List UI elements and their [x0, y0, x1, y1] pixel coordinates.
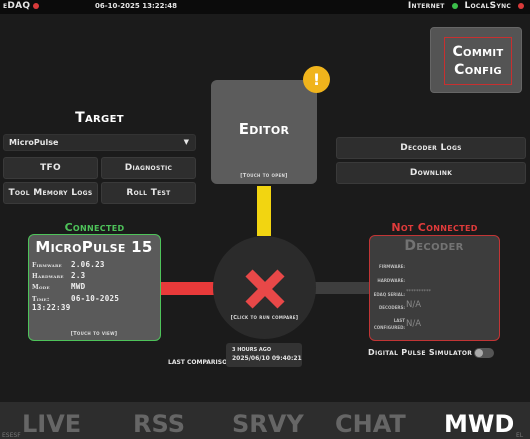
last-comparison-timestamp: 2025/06/10 09:40:21	[232, 355, 302, 362]
decoder-hardware-label: HARDWARE:	[377, 278, 405, 283]
warning-icon[interactable]: !	[303, 66, 330, 93]
micropulse-status: Connected	[64, 221, 125, 234]
decoder-firmware-label: FIRMWARE:	[378, 264, 405, 269]
commit-config-button[interactable]: Commit Config	[444, 37, 512, 85]
decoder-name: Decoder	[404, 238, 464, 254]
digital-pulse-simulator-label: Digital Pulse Simulator	[368, 348, 473, 357]
decoder-serial-value: **********	[406, 289, 431, 295]
decoder-decoders-label: DECODERS:	[378, 305, 405, 310]
editor-button[interactable]: Editor [Touch to open]	[211, 80, 317, 184]
time-key: Time:	[32, 296, 50, 303]
decoder-connector	[314, 282, 372, 294]
bottom-nav: LIVE RSS SRVY CHAT MWD	[0, 402, 530, 439]
mode-value: MWD	[71, 282, 86, 291]
target-title: Target	[75, 110, 124, 126]
editor-title: Editor	[238, 120, 290, 138]
tool-memory-logs-button[interactable]: Tool Memory Logs	[3, 182, 98, 204]
compare-fail-icon	[245, 269, 285, 309]
mode-key: Mode	[32, 284, 50, 291]
target-select[interactable]: MicroPulse ▼	[3, 134, 196, 151]
tfo-button[interactable]: TFO	[3, 157, 98, 179]
commit-config-panel: Commit Config	[430, 27, 522, 93]
localsync-status-dot	[518, 2, 524, 9]
micropulse-hint: [Touch to view]	[70, 331, 118, 337]
tab-srvy[interactable]: SRVY	[232, 410, 304, 438]
commit-label: Commit	[452, 44, 504, 60]
tab-chat[interactable]: CHAT	[335, 410, 406, 438]
decoder-last-label: LAST	[393, 318, 405, 323]
internet-status-dot	[451, 2, 458, 9]
hardware-row: Hardware 2.3	[32, 271, 157, 280]
config-label: Config	[454, 62, 502, 78]
micropulse-card[interactable]: MicroPulse 15 Firmware 2.06.23 Hardware 2.…	[28, 234, 161, 341]
firmware-key: Firmware	[32, 262, 62, 269]
firmware-row: Firmware 2.06.23	[32, 260, 157, 269]
diagnostic-button[interactable]: Diagnostic	[101, 157, 196, 179]
last-comparison-box: 3 HOURS AGO 2025/06/10 09:40:21	[226, 343, 302, 367]
micropulse-connector	[160, 282, 218, 295]
tab-rss[interactable]: RSS	[133, 410, 185, 438]
system-datetime: 06-10-2025 13:22:48	[95, 2, 178, 10]
editor-connector	[257, 186, 271, 236]
brand-status-dot	[33, 2, 40, 9]
time-row: Time: 06-10-2025 13:22:39	[32, 294, 157, 312]
decoder-serial-label: EDAQ SERIAL:	[373, 292, 405, 297]
tab-live[interactable]: LIVE	[22, 410, 81, 438]
brand: eDAQ	[3, 1, 40, 11]
mode-row: Mode MWD	[32, 282, 157, 291]
internet-label: Internet	[407, 1, 445, 11]
left-edge-label: ESESF	[2, 432, 21, 439]
right-edge-label: EL	[516, 432, 524, 439]
decoder-configured-value: N/A	[406, 319, 422, 329]
hardware-value: 2.3	[71, 271, 86, 280]
brand-label: eDAQ	[3, 1, 31, 11]
connectivity-status: Internet LocalSync	[404, 1, 524, 11]
digital-pulse-simulator-toggle[interactable]	[474, 348, 494, 358]
hardware-key: Hardware	[32, 273, 64, 280]
target-selected-value: MicroPulse	[9, 138, 59, 147]
downlink-button[interactable]: Downlink	[336, 162, 526, 184]
last-comparison-ago: 3 HOURS AGO	[232, 347, 272, 353]
decoder-card[interactable]: Decoder FIRMWARE: HARDWARE: EDAQ SERIAL:…	[369, 235, 500, 341]
tab-mwd[interactable]: MWD	[444, 410, 514, 438]
decoder-logs-button[interactable]: Decoder Logs	[336, 137, 526, 159]
toggle-knob	[475, 349, 483, 357]
decoder-configured-label: CONFIGURED:	[373, 325, 405, 330]
firmware-value: 2.06.23	[71, 260, 105, 269]
compare-hint: [Click to run compare]	[230, 315, 299, 321]
roll-test-button[interactable]: Roll Test	[101, 182, 196, 204]
decoder-decoders-value: N/A	[406, 300, 422, 310]
editor-hint: [Touch to open]	[240, 173, 288, 179]
micropulse-name: MicroPulse 15	[35, 238, 153, 256]
localsync-label: LocalSync	[464, 1, 512, 11]
dropdown-caret-icon: ▼	[183, 138, 189, 146]
last-comparison-label: LAST COMPARISON:	[168, 359, 235, 366]
status-bar: eDAQ 06-10-2025 13:22:48 Internet LocalS…	[0, 0, 530, 14]
decoder-status: Not Connected	[391, 221, 478, 234]
compare-button[interactable]: [Click to run compare]	[213, 236, 316, 339]
